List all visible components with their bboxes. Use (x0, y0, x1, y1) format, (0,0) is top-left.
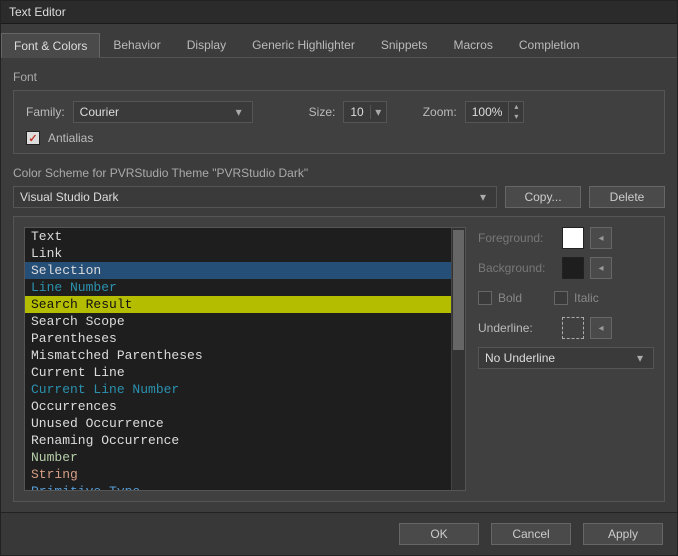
list-item[interactable]: Renaming Occurrence (25, 432, 451, 449)
underline-combo-value: No Underline (485, 351, 555, 365)
italic-label: Italic (574, 291, 599, 305)
list-item[interactable]: Unused Occurrence (25, 415, 451, 432)
tab-macros[interactable]: Macros (441, 32, 506, 57)
family-label: Family: (26, 105, 65, 119)
background-label: Background: (478, 261, 556, 275)
style-side-panel: Foreground: ◂ Background: ◂ Bold Italic (478, 227, 654, 491)
chevron-down-icon: ▾ (232, 105, 246, 119)
scrollbar[interactable] (451, 228, 465, 490)
list-item[interactable]: Current Line (25, 364, 451, 381)
list-item[interactable]: Parentheses (25, 330, 451, 347)
tab-snippets[interactable]: Snippets (368, 32, 441, 57)
list-item[interactable]: Primitive Type (25, 483, 451, 490)
list-item[interactable]: Mismatched Parentheses (25, 347, 451, 364)
background-swatch[interactable] (562, 257, 584, 279)
ok-button[interactable]: OK (399, 523, 479, 545)
list-item[interactable]: Current Line Number (25, 381, 451, 398)
bold-label: Bold (498, 291, 522, 305)
scheme-combo[interactable]: Visual Studio Dark ▾ (13, 186, 497, 208)
tab-font-colors[interactable]: Font & Colors (1, 33, 100, 58)
font-section-label: Font (13, 70, 665, 84)
spin-up-icon[interactable]: ▴ (509, 102, 523, 112)
tab-bar: Font & ColorsBehaviorDisplayGeneric High… (1, 32, 677, 58)
underline-swatch[interactable] (562, 317, 584, 339)
size-value: 10 (344, 105, 369, 119)
list-item[interactable]: Search Result (25, 296, 451, 313)
reset-background-button[interactable]: ◂ (590, 257, 612, 279)
list-item[interactable]: Link (25, 245, 451, 262)
reset-underline-button[interactable]: ◂ (590, 317, 612, 339)
list-item[interactable]: Line Number (25, 279, 451, 296)
underline-combo[interactable]: No Underline ▾ (478, 347, 654, 369)
dialog-footer: OK Cancel Apply (1, 512, 677, 555)
tab-completion[interactable]: Completion (506, 32, 593, 57)
size-label: Size: (309, 105, 336, 119)
scheme-value: Visual Studio Dark (20, 190, 119, 204)
chevron-down-icon: ▾ (370, 105, 386, 119)
spin-down-icon[interactable]: ▾ (509, 112, 523, 122)
list-item[interactable]: String (25, 466, 451, 483)
window-title: Text Editor (1, 1, 677, 24)
font-colors-pane: Font Family: Courier ▾ Size: 10 ▾ Zoom: … (1, 58, 677, 512)
list-item[interactable]: Selection (25, 262, 451, 279)
zoom-value: 100% (466, 105, 509, 119)
list-item[interactable]: Search Scope (25, 313, 451, 330)
foreground-label: Foreground: (478, 231, 556, 245)
family-combo[interactable]: Courier ▾ (73, 101, 253, 123)
antialias-label: Antialias (48, 131, 93, 145)
list-item[interactable]: Text (25, 228, 451, 245)
foreground-swatch[interactable] (562, 227, 584, 249)
zoom-spinner[interactable]: 100% ▴ ▾ (465, 101, 525, 123)
reset-foreground-button[interactable]: ◂ (590, 227, 612, 249)
cancel-button[interactable]: Cancel (491, 523, 571, 545)
bold-checkbox[interactable] (478, 291, 492, 305)
scheme-label: Color Scheme for PVRStudio Theme "PVRStu… (13, 166, 665, 180)
tab-behavior[interactable]: Behavior (100, 32, 173, 57)
antialias-checkbox[interactable]: ✓ (26, 131, 40, 145)
font-group: Family: Courier ▾ Size: 10 ▾ Zoom: 100% … (13, 90, 665, 154)
tab-generic-highlighter[interactable]: Generic Highlighter (239, 32, 368, 57)
options-window: Text Editor Font & ColorsBehaviorDisplay… (0, 0, 678, 556)
scrollbar-thumb[interactable] (453, 230, 464, 350)
zoom-label: Zoom: (423, 105, 457, 119)
underline-label: Underline: (478, 321, 556, 335)
list-item[interactable]: Occurrences (25, 398, 451, 415)
chevron-down-icon: ▾ (476, 190, 490, 204)
tab-display[interactable]: Display (174, 32, 239, 57)
color-list[interactable]: TextLinkSelectionLine NumberSearch Resul… (24, 227, 466, 491)
size-spinner[interactable]: 10 ▾ (343, 101, 386, 123)
delete-button[interactable]: Delete (589, 186, 665, 208)
chevron-down-icon: ▾ (633, 351, 647, 365)
apply-button[interactable]: Apply (583, 523, 663, 545)
copy-button[interactable]: Copy... (505, 186, 581, 208)
list-item[interactable]: Number (25, 449, 451, 466)
family-value: Courier (80, 105, 119, 119)
italic-checkbox[interactable] (554, 291, 568, 305)
